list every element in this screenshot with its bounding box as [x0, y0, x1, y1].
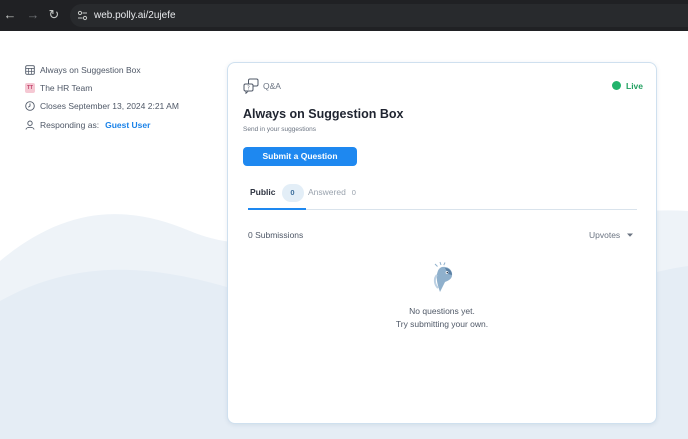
submissions-count: 0 Submissions — [248, 230, 304, 240]
back-arrow-icon[interactable]: ← — [2, 7, 18, 23]
team-name: The HR Team — [40, 83, 93, 93]
svg-text:?: ? — [247, 85, 250, 91]
qa-card: ? Q&A Live Always on Suggestion Box Send… — [227, 62, 657, 424]
poll-title-text: Always on Suggestion Box — [40, 65, 141, 75]
tab-active-indicator — [248, 208, 306, 210]
browser-toolbar: ← → ↻ web.polly.ai/2ujefe — [0, 0, 688, 31]
guest-user-link[interactable]: Guest User — [105, 120, 150, 130]
calendar-grid-icon — [25, 65, 35, 75]
info-team: TT The HR Team — [25, 81, 92, 95]
responding-label: Responding as: — [40, 120, 100, 130]
chevron-down-icon — [627, 233, 634, 237]
card-subtitle: Send in your suggestions — [243, 126, 316, 133]
site-info-icon[interactable] — [76, 9, 89, 22]
card-title: Always on Suggestion Box — [243, 107, 404, 121]
parrot-illustration-icon — [433, 261, 453, 292]
url-text[interactable]: web.polly.ai/2ujefe — [94, 9, 176, 22]
tabs-divider — [248, 209, 637, 210]
forward-arrow-icon[interactable]: → — [25, 7, 41, 23]
qa-chat-icon: ? — [243, 78, 259, 94]
tab-public[interactable]: Public 0 — [248, 181, 304, 211]
address-bar[interactable]: web.polly.ai/2ujefe — [70, 4, 688, 27]
closes-date: Closes September 13, 2024 2:21 AM — [40, 101, 179, 111]
clock-icon — [25, 101, 35, 111]
qa-type-label: Q&A — [263, 81, 281, 91]
tab-public-count: 0 — [281, 183, 304, 202]
info-closes: Closes September 13, 2024 2:21 AM — [25, 99, 179, 113]
info-responding: Responding as: Guest User — [25, 118, 150, 132]
live-status-label: Live — [626, 81, 644, 91]
empty-state-hint: Try submitting your own. — [395, 319, 489, 329]
tab-answered-label: Answered — [308, 187, 346, 197]
sort-label: Upvotes — [589, 230, 621, 240]
tab-answered-count: 0 — [351, 187, 356, 197]
user-icon — [25, 120, 35, 130]
submit-question-button[interactable]: Submit a Question — [243, 147, 357, 166]
team-avatar: TT — [25, 83, 35, 93]
info-poll-title: Always on Suggestion Box — [25, 63, 141, 77]
tab-public-label: Public — [250, 187, 276, 197]
tab-answered[interactable]: Answered 0 — [308, 181, 362, 211]
live-status-dot — [612, 81, 621, 90]
empty-state-title: No questions yet. — [409, 306, 475, 316]
sort-dropdown[interactable]: Upvotes — [589, 230, 634, 240]
reload-icon[interactable]: ↻ — [46, 7, 62, 23]
